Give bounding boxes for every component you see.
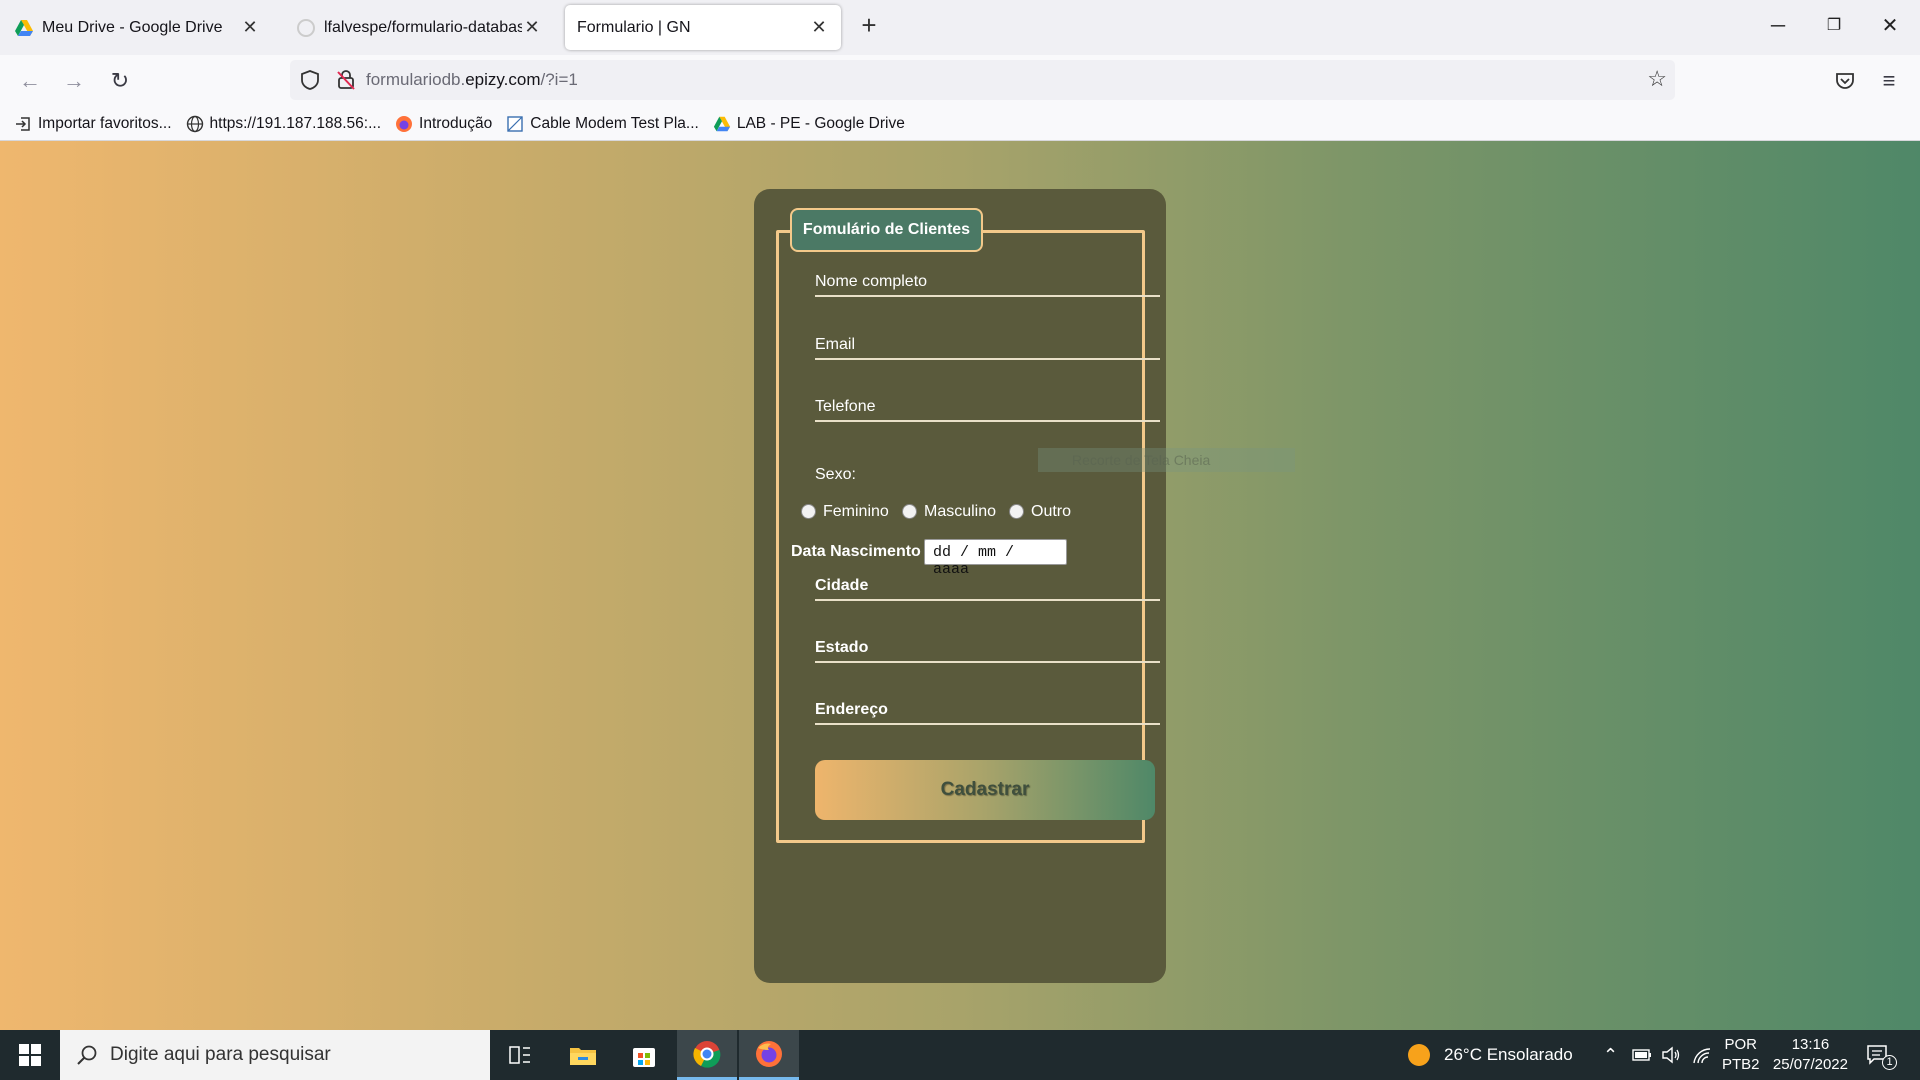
- shield-icon[interactable]: [298, 68, 322, 92]
- clock[interactable]: 13:16 25/07/2022: [1773, 1035, 1848, 1075]
- city-input[interactable]: [815, 577, 1160, 595]
- bookmark-label: https://191.187.188.56:...: [209, 114, 382, 132]
- document-icon: [506, 115, 524, 133]
- bookmark-cable-modem[interactable]: Cable Modem Test Pla...: [506, 115, 699, 133]
- state-input[interactable]: [815, 639, 1160, 657]
- bookmark-label: Introdução: [419, 114, 493, 132]
- restore-icon[interactable]: ❐: [1814, 10, 1854, 42]
- notification-icon[interactable]: 1: [1866, 1030, 1897, 1080]
- form-fieldset: Sexo: Feminino Masculino Outro Data Nasc…: [776, 230, 1160, 843]
- globe-icon: [186, 115, 204, 133]
- microsoft-store-icon[interactable]: [614, 1030, 674, 1080]
- bookmark-label: Cable Modem Test Pla...: [530, 114, 699, 132]
- google-drive-icon: [713, 115, 731, 133]
- github-icon: [296, 18, 316, 38]
- radio-outro[interactable]: [1009, 504, 1024, 519]
- form-card: Sexo: Feminino Masculino Outro Data Nasc…: [754, 189, 1166, 983]
- insecure-lock-icon[interactable]: [334, 68, 358, 92]
- bookmark-lab-pe[interactable]: LAB - PE - Google Drive: [713, 115, 905, 133]
- taskbar: Digite aqui para pesquisar 26°C Ensolara…: [0, 1030, 1920, 1080]
- chrome-icon[interactable]: [677, 1030, 737, 1080]
- clock-date: 25/07/2022: [1772, 1056, 1848, 1073]
- volume-icon[interactable]: [1661, 1030, 1681, 1080]
- address-input[interactable]: [815, 701, 1160, 719]
- sex-label: Sexo:: [815, 466, 856, 483]
- bookmark-label: LAB - PE - Google Drive: [736, 114, 905, 132]
- bookmarks-toolbar: Importar favoritos... https://191.187.18…: [0, 107, 1920, 141]
- import-icon: [14, 115, 32, 133]
- phone-field[interactable]: [815, 382, 1160, 422]
- tab-label: Formulario | GN: [577, 18, 691, 36]
- city-field[interactable]: [815, 561, 1160, 601]
- tab-label: Meu Drive - Google Drive: [42, 18, 223, 36]
- name-input[interactable]: [815, 273, 1160, 291]
- address-field[interactable]: [815, 685, 1160, 725]
- tab-formulario[interactable]: Formulario | GN ✕: [565, 5, 841, 50]
- tab-label: lfalvespe/formulario-database: [324, 18, 522, 36]
- google-drive-icon: [14, 18, 34, 38]
- radio-masculino[interactable]: [902, 504, 917, 519]
- url-text: formulariodb.epizy.com/?i=1: [366, 70, 578, 90]
- menu-icon[interactable]: ≡: [1873, 65, 1905, 97]
- tab-google-drive[interactable]: Meu Drive - Google Drive ✕: [2, 5, 272, 50]
- snip-overlay-tooltip: Recorte de Tela Cheia: [1038, 448, 1295, 472]
- forward-arrow-icon[interactable]: →: [58, 65, 90, 97]
- close-tab-icon[interactable]: ✕: [522, 17, 542, 38]
- minimize-icon[interactable]: ─: [1758, 10, 1798, 42]
- tab-bar: Meu Drive - Google Drive ✕ lfalvespe/for…: [0, 0, 1920, 55]
- page-background: Sexo: Feminino Masculino Outro Data Nasc…: [0, 141, 1920, 1030]
- back-arrow-icon[interactable]: ←: [14, 65, 46, 97]
- weather-widget[interactable]: 26°C Ensolarado: [1408, 1030, 1573, 1080]
- form-legend: Fomulário de Clientes: [790, 208, 983, 252]
- reload-icon[interactable]: ↻: [104, 65, 136, 97]
- bookmark-import[interactable]: Importar favoritos...: [14, 115, 172, 133]
- tray-chevron-icon[interactable]: ⌃: [1603, 1030, 1618, 1080]
- weather-text: 26°C Ensolarado: [1444, 1045, 1573, 1064]
- pocket-icon[interactable]: [1829, 65, 1861, 97]
- search-icon: [76, 1044, 98, 1066]
- notification-count: 1: [1882, 1054, 1897, 1070]
- email-input[interactable]: [815, 336, 1160, 354]
- file-explorer-icon[interactable]: [553, 1030, 613, 1080]
- navigation-bar: ← → ↻ formulariodb.epizy.com/?i=1 ☆ ≡: [0, 55, 1920, 107]
- taskbar-search[interactable]: Digite aqui para pesquisar: [60, 1030, 490, 1080]
- birthdate-label: Data Nascimento: [791, 543, 921, 560]
- search-placeholder: Digite aqui para pesquisar: [110, 1044, 331, 1065]
- firefox-taskbar-icon[interactable]: [739, 1030, 799, 1080]
- clock-time: 13:16: [1791, 1036, 1830, 1053]
- sun-icon: [1408, 1044, 1430, 1066]
- close-tab-icon[interactable]: ✕: [240, 17, 260, 38]
- close-window-icon[interactable]: ✕: [1870, 10, 1910, 42]
- firefox-icon: [395, 115, 413, 133]
- bookmark-label: Importar favoritos...: [38, 114, 172, 132]
- windows-start-icon[interactable]: [0, 1030, 60, 1080]
- language-code: POR: [1724, 1036, 1758, 1053]
- phone-input[interactable]: [815, 398, 1160, 416]
- url-path: /?i=1: [540, 70, 578, 89]
- close-tab-icon[interactable]: ✕: [809, 17, 829, 38]
- task-view-icon[interactable]: [490, 1030, 550, 1080]
- state-field[interactable]: [815, 623, 1160, 663]
- address-bar[interactable]: formulariodb.epizy.com/?i=1 ☆: [290, 60, 1675, 100]
- url-prefix: formulariodb.: [366, 70, 466, 89]
- tab-github[interactable]: lfalvespe/formulario-database ✕: [284, 5, 554, 50]
- radio-label-outro: Outro: [1031, 503, 1072, 520]
- radio-label-masculino: Masculino: [924, 503, 997, 520]
- language-indicator[interactable]: POR PTB2: [1722, 1035, 1760, 1075]
- bookmark-ip[interactable]: https://191.187.188.56:...: [186, 114, 382, 133]
- name-field[interactable]: [815, 257, 1160, 297]
- new-tab-button[interactable]: +: [855, 12, 883, 40]
- keyboard-layout: PTB2: [1722, 1056, 1760, 1073]
- url-domain: epizy.com: [465, 70, 541, 89]
- radio-feminino[interactable]: [801, 504, 816, 519]
- bookmark-introducao[interactable]: Introdução: [395, 115, 492, 133]
- battery-icon[interactable]: [1632, 1030, 1652, 1080]
- email-field[interactable]: [815, 320, 1160, 360]
- submit-button[interactable]: Cadastrar: [815, 760, 1155, 820]
- bookmark-star-icon[interactable]: ☆: [1647, 66, 1667, 92]
- wifi-icon[interactable]: [1692, 1030, 1712, 1080]
- radio-label-feminino: Feminino: [823, 503, 889, 520]
